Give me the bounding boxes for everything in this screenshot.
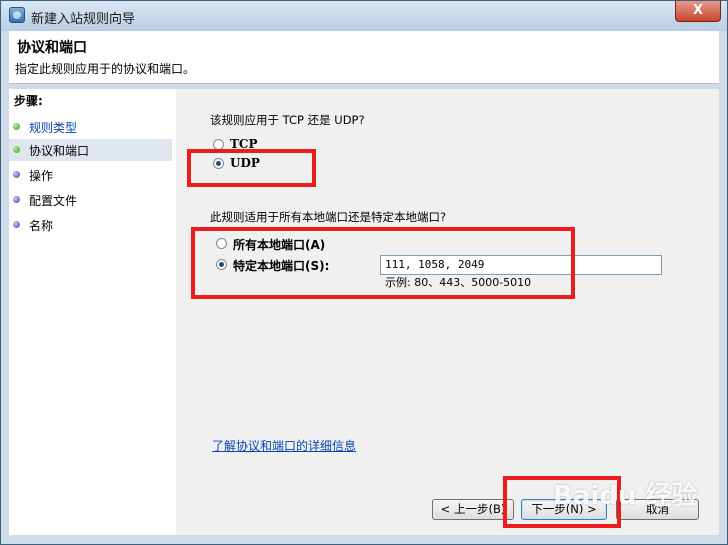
help-link[interactable]: 了解协议和端口的详细信息 <box>212 437 356 454</box>
step-label: 配置文件 <box>29 194 78 208</box>
step-pending-icon <box>13 221 20 228</box>
steps-heading: 步骤: <box>14 94 43 108</box>
step-pending-icon <box>13 171 20 178</box>
step-label: 协议和端口 <box>29 144 90 158</box>
step-action: 操作 <box>9 164 172 186</box>
step-current-icon <box>13 146 20 153</box>
page-title: 协议和端口 <box>17 40 87 56</box>
step-label: 规则类型 <box>29 121 78 135</box>
back-button[interactable]: < 上一步(B) <box>432 499 514 520</box>
step-protocol-ports: 协议和端口 <box>9 139 172 161</box>
steps-pane: 步骤: 规则类型 协议和端口 操作 配置文件 名称 <box>9 89 176 535</box>
step-name: 名称 <box>9 214 172 236</box>
ports-highlight-box <box>191 227 575 299</box>
step-done-icon <box>13 123 20 130</box>
close-button[interactable]: X <box>675 1 721 22</box>
page-subtitle: 指定此规则应用于的协议和端口。 <box>15 62 196 76</box>
wizard-header: 协议和端口 指定此规则应用于的协议和端口。 <box>9 31 719 84</box>
wizard-window: 新建入站规则向导 X 协议和端口 指定此规则应用于的协议和端口。 步骤: 规则类… <box>0 0 728 545</box>
step-pending-icon <box>13 196 20 203</box>
title-bar[interactable]: 新建入站规则向导 X <box>1 1 727 31</box>
step-profile: 配置文件 <box>9 189 172 211</box>
window-title: 新建入站规则向导 <box>31 12 136 27</box>
firewall-app-icon <box>9 7 25 23</box>
step-label: 操作 <box>29 169 54 183</box>
baidu-watermark: Baidu 经验 <box>553 481 698 511</box>
step-label: 名称 <box>29 219 54 233</box>
udp-highlight-box <box>187 149 316 187</box>
ports-question: 此规则适用于所有本地端口还是特定本地端口? <box>210 210 447 224</box>
step-rule-type[interactable]: 规则类型 <box>9 116 172 138</box>
protocol-question: 该规则应用于 TCP 还是 UDP? <box>210 113 365 127</box>
